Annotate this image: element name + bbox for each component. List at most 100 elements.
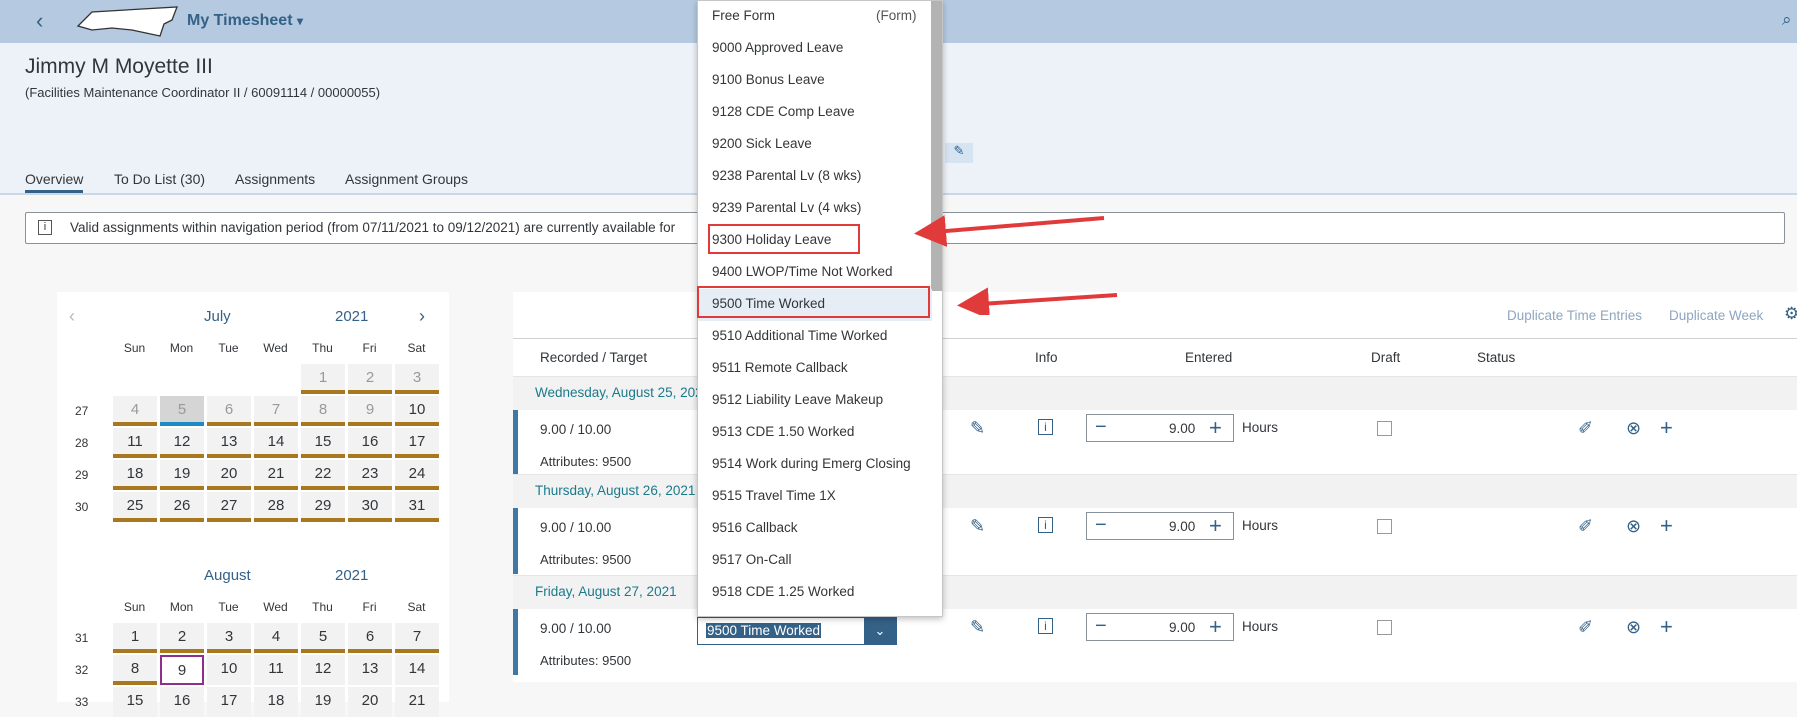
edit-details-icon[interactable]: ✎ xyxy=(970,516,985,537)
dropdown-option[interactable]: 9400 LWOP/Time Not Worked xyxy=(698,257,932,289)
combobox-value[interactable]: 9500 Time Worked xyxy=(706,623,822,638)
dropdown-option[interactable]: 9518 CDE 1.25 Worked xyxy=(698,577,932,609)
dropdown-option[interactable]: Free Form (Form) xyxy=(698,1,932,33)
calendar-day[interactable]: 14 xyxy=(254,428,298,458)
calendar-day[interactable]: 1 xyxy=(113,623,157,653)
calendar-day[interactable]: 12 xyxy=(301,655,345,685)
info-icon[interactable]: i xyxy=(1038,419,1053,435)
month-august[interactable]: August xyxy=(204,567,251,584)
tab-to-do-list[interactable]: To Do List (30) xyxy=(114,171,205,187)
year-2021[interactable]: 2021 xyxy=(335,308,368,325)
add-entry-icon[interactable]: + xyxy=(1660,614,1673,640)
delete-circle-icon[interactable]: ⊗ xyxy=(1626,516,1641,537)
draft-checkbox[interactable] xyxy=(1377,421,1392,436)
hours-value[interactable]: 9.00 xyxy=(1169,421,1195,436)
dropdown-option[interactable]: 9200 Sick Leave xyxy=(698,129,932,161)
calendar-day[interactable]: 11 xyxy=(254,655,298,685)
calendar-day[interactable]: 28 xyxy=(254,492,298,522)
calendar-day[interactable]: 12 xyxy=(160,428,204,458)
calendar-day[interactable]: 13 xyxy=(207,428,251,458)
dropdown-option[interactable]: 9513 CDE 1.50 Worked xyxy=(698,417,932,449)
month-july[interactable]: July xyxy=(204,308,231,325)
calendar-day[interactable]: 23 xyxy=(348,460,392,490)
duplicate-time-entries-button[interactable]: Duplicate Time Entries xyxy=(1507,308,1642,323)
calendar-day[interactable]: 16 xyxy=(348,428,392,458)
calendar-day[interactable]: 31 xyxy=(395,492,439,522)
calendar-day[interactable]: 10 xyxy=(207,655,251,685)
dropdown-option[interactable]: 9510 Additional Time Worked xyxy=(698,321,932,353)
info-icon[interactable]: i xyxy=(1038,618,1053,634)
calendar-day[interactable]: 25 xyxy=(113,492,157,522)
delete-circle-icon[interactable]: ⊗ xyxy=(1626,418,1641,439)
pin-icon[interactable]: ✎ xyxy=(945,143,973,163)
info-icon[interactable]: i xyxy=(1038,517,1053,533)
calendar-day[interactable]: 7 xyxy=(395,623,439,653)
note-edit-icon[interactable]: ✐ xyxy=(1578,516,1593,537)
hours-stepper[interactable]: − 9.00 + xyxy=(1086,414,1234,442)
increment-icon[interactable]: + xyxy=(1209,614,1222,640)
hours-value[interactable]: 9.00 xyxy=(1169,519,1195,534)
calendar-day[interactable]: 2 xyxy=(160,623,204,653)
dropdown-option[interactable]: 9511 Remote Callback xyxy=(698,353,932,385)
calendar-day[interactable]: 19 xyxy=(160,460,204,490)
attendance-type-combobox[interactable]: 9500 Time Worked ⌄ xyxy=(697,617,897,645)
hours-stepper[interactable]: − 9.00 + xyxy=(1086,613,1234,641)
increment-icon[interactable]: + xyxy=(1209,415,1222,441)
dropdown-option[interactable]: 9514 Work during Emerg Closing xyxy=(698,449,932,481)
decrement-icon[interactable]: − xyxy=(1095,514,1107,537)
calendar-day[interactable]: 6 xyxy=(207,396,251,426)
edit-details-icon[interactable]: ✎ xyxy=(970,418,985,439)
add-entry-icon[interactable]: + xyxy=(1660,415,1673,441)
dropdown-option[interactable]: 9512 Liability Leave Makeup xyxy=(698,385,932,417)
calendar-day[interactable]: 8 xyxy=(301,396,345,426)
calendar-day[interactable]: 1 xyxy=(301,364,345,394)
calendar-day[interactable]: 15 xyxy=(301,428,345,458)
tab-overview[interactable]: Overview xyxy=(25,171,83,187)
calendar-day[interactable]: 22 xyxy=(301,460,345,490)
draft-checkbox[interactable] xyxy=(1377,519,1392,534)
calendar-day[interactable]: 4 xyxy=(254,623,298,653)
calendar-day[interactable]: 29 xyxy=(301,492,345,522)
calendar-day[interactable]: 14 xyxy=(395,655,439,685)
calendar-day[interactable]: 26 xyxy=(160,492,204,522)
hours-value[interactable]: 9.00 xyxy=(1169,620,1195,635)
dropdown-option[interactable]: 9000 Approved Leave xyxy=(698,33,932,65)
dropdown-option[interactable]: 9128 CDE Comp Leave xyxy=(698,97,932,129)
dropdown-option[interactable]: 9515 Travel Time 1X xyxy=(698,481,932,513)
delete-circle-icon[interactable]: ⊗ xyxy=(1626,617,1641,638)
calendar-day[interactable]: 27 xyxy=(207,492,251,522)
calendar-day[interactable]: 2 xyxy=(348,364,392,394)
calendar-day[interactable]: 5 xyxy=(160,396,204,426)
app-title-menu[interactable]: My Timesheet ▾ xyxy=(187,12,303,30)
note-edit-icon[interactable]: ✐ xyxy=(1578,617,1593,638)
calendar-day[interactable]: 3 xyxy=(207,623,251,653)
calendar-day[interactable]: 21 xyxy=(254,460,298,490)
dropdown-option[interactable]: 9516 Callback xyxy=(698,513,932,545)
dropdown-option[interactable]: 9239 Parental Lv (4 wks) xyxy=(698,193,932,225)
calendar-day[interactable]: 3 xyxy=(395,364,439,394)
chevron-down-icon[interactable]: ⌄ xyxy=(864,618,896,644)
draft-checkbox[interactable] xyxy=(1377,620,1392,635)
dropdown-option[interactable]: 9238 Parental Lv (8 wks) xyxy=(698,161,932,193)
calendar-day[interactable]: 24 xyxy=(395,460,439,490)
year-2021[interactable]: 2021 xyxy=(335,567,368,584)
calendar-day[interactable]: 18 xyxy=(113,460,157,490)
edit-details-icon[interactable]: ✎ xyxy=(970,617,985,638)
note-edit-icon[interactable]: ✐ xyxy=(1578,418,1593,439)
calendar-day[interactable]: 4 xyxy=(113,396,157,426)
calendar-day[interactable]: 5 xyxy=(301,623,345,653)
add-entry-icon[interactable]: + xyxy=(1660,513,1673,539)
settings-gear-icon[interactable]: ⚙ xyxy=(1784,304,1797,324)
tab-assignment-groups[interactable]: Assignment Groups xyxy=(345,171,468,187)
calendar-day[interactable]: 8 xyxy=(113,655,157,685)
search-icon[interactable]: ⌕ xyxy=(1782,10,1792,30)
next-month-icon[interactable]: › xyxy=(419,306,425,327)
duplicate-week-button[interactable]: Duplicate Week xyxy=(1669,308,1763,323)
tab-assignments[interactable]: Assignments xyxy=(235,171,315,187)
increment-icon[interactable]: + xyxy=(1209,513,1222,539)
back-icon[interactable]: ‹ xyxy=(36,8,43,34)
calendar-day[interactable]: 11 xyxy=(113,428,157,458)
calendar-day[interactable]: 20 xyxy=(207,460,251,490)
calendar-day[interactable]: 10 xyxy=(395,396,439,426)
calendar-day[interactable]: 9 xyxy=(160,655,204,685)
